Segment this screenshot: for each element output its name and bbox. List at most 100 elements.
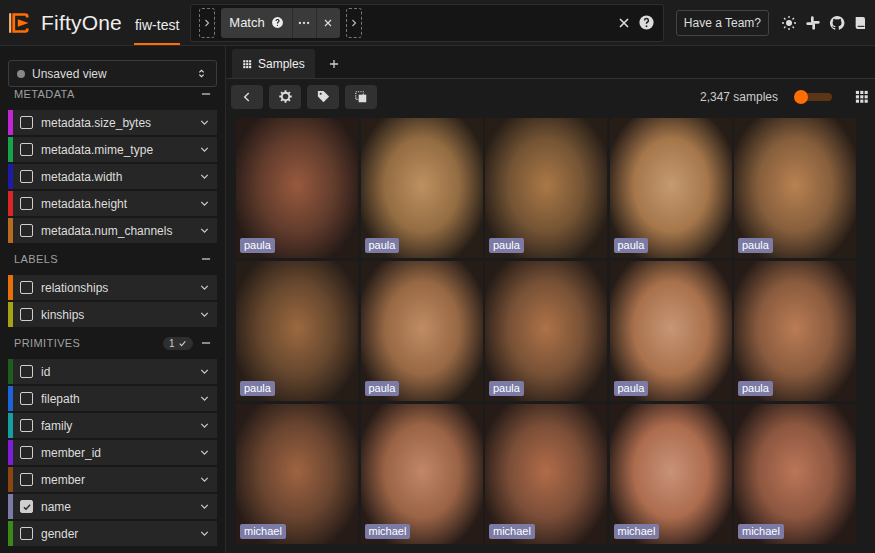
close-icon[interactable] — [322, 17, 334, 29]
sample-tile[interactable]: paula — [734, 261, 856, 401]
slack-icon[interactable] — [805, 15, 821, 31]
field-row[interactable]: filepath — [8, 386, 217, 411]
field-row[interactable]: metadata.width — [8, 164, 217, 189]
sample-tile[interactable]: michael — [734, 404, 856, 544]
grid-icon[interactable] — [854, 89, 869, 104]
sample-tile[interactable]: michael — [610, 404, 732, 544]
collapse-button[interactable] — [199, 252, 213, 266]
sample-tile[interactable]: michael — [236, 404, 358, 544]
field-row[interactable]: kinships — [8, 302, 217, 327]
help-icon[interactable] — [638, 14, 655, 31]
select-button[interactable] — [345, 85, 377, 109]
sample-tile[interactable]: paula — [610, 118, 732, 258]
checkbox[interactable] — [20, 224, 33, 237]
collapse-button[interactable] — [199, 336, 213, 350]
view-help[interactable] — [638, 14, 655, 31]
chevron-down-icon[interactable] — [198, 224, 211, 237]
chevron-down-icon[interactable] — [198, 365, 211, 378]
checkbox[interactable] — [20, 527, 33, 540]
chevron-down-icon[interactable] — [198, 143, 211, 156]
back-button[interactable] — [231, 85, 263, 109]
checkbox[interactable] — [20, 392, 33, 405]
sample-tile[interactable]: michael — [485, 404, 607, 544]
sample-tile[interactable]: paula — [485, 261, 607, 401]
chevron-down-icon[interactable] — [198, 419, 211, 432]
github-icon[interactable] — [829, 15, 845, 31]
checkbox[interactable] — [20, 500, 33, 513]
sample-tile[interactable]: paula — [236, 118, 358, 258]
help-icon[interactable] — [271, 16, 284, 29]
checkbox[interactable] — [20, 419, 33, 432]
chevron-down-icon[interactable] — [198, 116, 211, 129]
add-stage[interactable] — [199, 8, 215, 38]
chevron-down-icon[interactable] — [198, 197, 211, 210]
stage-menu[interactable] — [292, 8, 316, 38]
add-stage[interactable] — [346, 8, 362, 38]
clear-view[interactable] — [616, 15, 632, 31]
team-button[interactable]: Have a Team? — [676, 10, 769, 36]
tab[interactable]: Samples — [232, 49, 315, 78]
sample-tile[interactable]: paula — [236, 261, 358, 401]
field-row[interactable]: id — [8, 359, 217, 384]
sample-tile[interactable]: paula — [610, 261, 732, 401]
field-row[interactable]: metadata.mime_type — [8, 137, 217, 162]
view-select[interactable]: Unsaved view — [8, 60, 217, 87]
selection-icon[interactable] — [354, 90, 368, 104]
sample-tile[interactable]: michael — [361, 404, 483, 544]
tag-icon[interactable] — [316, 89, 331, 104]
checkbox[interactable] — [20, 308, 33, 321]
book-icon[interactable] — [853, 15, 869, 31]
field-row[interactable]: metadata.num_channels — [8, 218, 217, 243]
minus-icon[interactable] — [199, 87, 213, 101]
chevron-right-icon[interactable] — [348, 17, 360, 29]
field-row[interactable]: metadata.size_bytes — [8, 110, 217, 135]
chevron-down-icon[interactable] — [198, 446, 211, 459]
arrow-left-icon[interactable] — [240, 90, 254, 104]
checkbox[interactable] — [20, 116, 33, 129]
add-tab[interactable] — [323, 49, 345, 78]
minus-icon[interactable] — [199, 336, 213, 350]
zoom-slider[interactable] — [796, 93, 832, 101]
settings-button[interactable] — [269, 85, 301, 109]
checkbox[interactable] — [20, 365, 33, 378]
collapse-button[interactable] — [199, 87, 213, 101]
minus-icon[interactable] — [199, 252, 213, 266]
updown-icon[interactable] — [195, 67, 208, 80]
field-row[interactable]: name — [8, 494, 217, 519]
chevron-down-icon[interactable] — [198, 473, 211, 486]
field-row[interactable]: relationships — [8, 275, 217, 300]
checkbox[interactable] — [20, 446, 33, 459]
view-stage[interactable]: Match — [221, 8, 339, 38]
sample-tile[interactable]: paula — [485, 118, 607, 258]
chevron-down-icon[interactable] — [198, 281, 211, 294]
sample-tile[interactable]: paula — [734, 118, 856, 258]
close-icon[interactable] — [616, 15, 632, 31]
chevron-down-icon[interactable] — [198, 392, 211, 405]
zoom-knob[interactable] — [794, 90, 808, 104]
field-row[interactable]: metadata.height — [8, 191, 217, 216]
chevron-down-icon[interactable] — [198, 527, 211, 540]
checkbox[interactable] — [20, 473, 33, 486]
field-row[interactable]: member — [8, 467, 217, 492]
field-row[interactable]: member_id — [8, 440, 217, 465]
sample-tile[interactable]: paula — [361, 118, 483, 258]
checkbox[interactable] — [20, 170, 33, 183]
chevron-down-icon[interactable] — [198, 308, 211, 321]
layout-button[interactable] — [854, 89, 869, 104]
field-row[interactable]: family — [8, 413, 217, 438]
chevron-down-icon[interactable] — [198, 170, 211, 183]
dataset-name[interactable]: fiw-test — [134, 5, 180, 45]
logo[interactable]: FiftyOne — [8, 10, 122, 36]
checkbox[interactable] — [20, 143, 33, 156]
fiftyone-logo-icon[interactable] — [8, 10, 34, 36]
field-row[interactable]: gender — [8, 521, 217, 546]
sample-tile[interactable]: paula — [361, 261, 483, 401]
plus-icon[interactable] — [327, 57, 341, 71]
chevron-down-icon[interactable] — [198, 500, 211, 513]
sun-icon[interactable] — [781, 15, 797, 31]
chevron-right-icon[interactable] — [201, 17, 213, 29]
checkbox[interactable] — [20, 197, 33, 210]
gear-icon[interactable] — [278, 89, 293, 104]
checkbox[interactable] — [20, 281, 33, 294]
stage-remove[interactable] — [316, 8, 340, 38]
